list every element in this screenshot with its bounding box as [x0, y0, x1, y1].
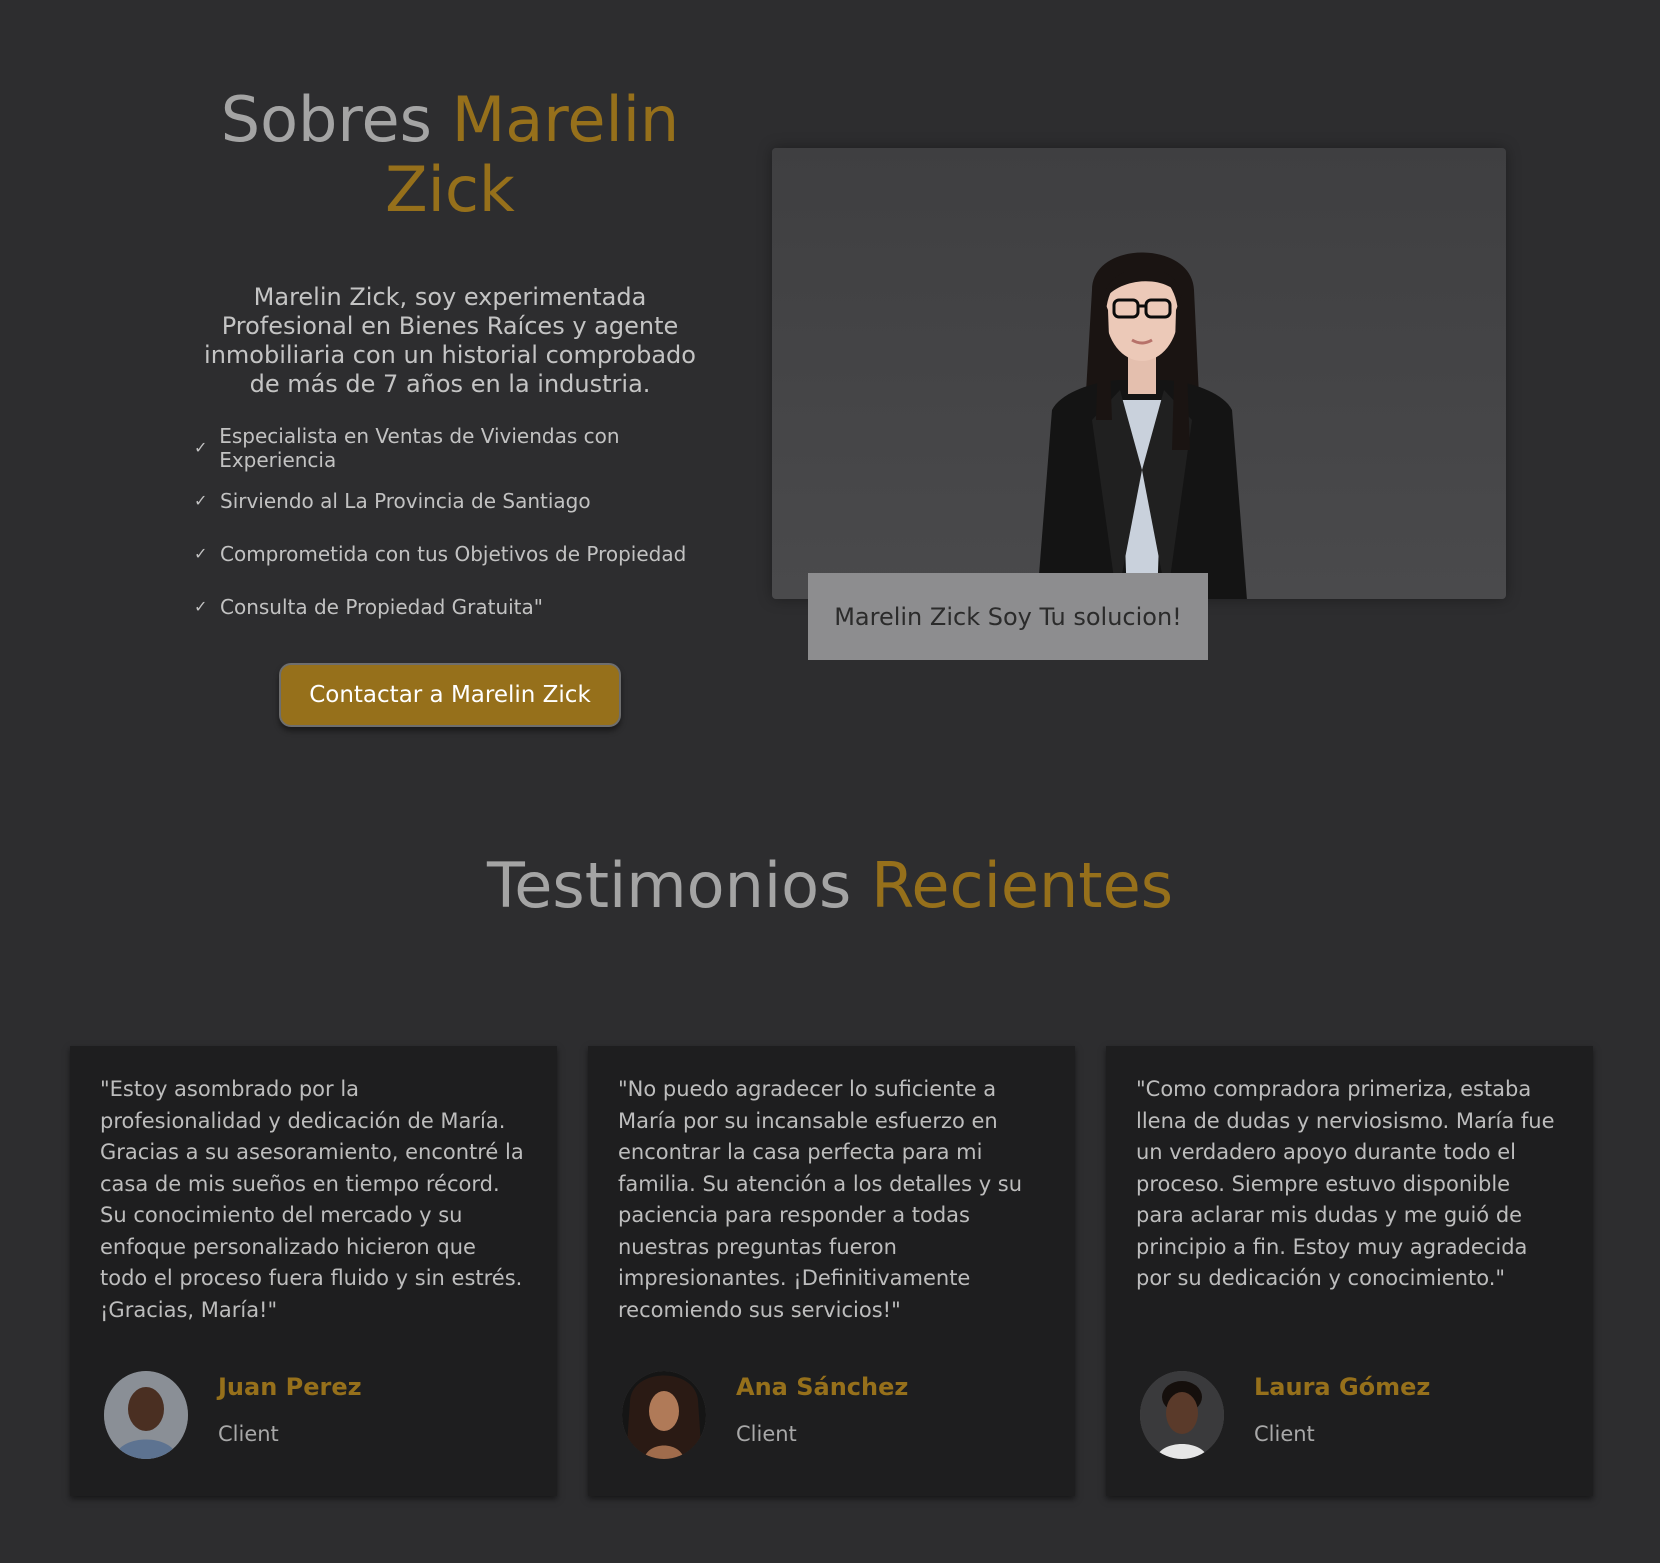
testimonial-author: Juan Perez Client — [104, 1371, 362, 1459]
author-info: Juan Perez Client — [218, 1373, 362, 1446]
testimonial-author: Ana Sánchez Client — [622, 1371, 908, 1459]
testimonial-card: "No puedo agradecer lo suficiente a Marí… — [588, 1046, 1075, 1496]
check-icon: ✓ — [194, 438, 208, 457]
author-name: Laura Gómez — [1254, 1373, 1431, 1401]
check-icon: ✓ — [194, 544, 208, 563]
checklist-item: ✓ Especialista en Ventas de Viviendas co… — [194, 421, 720, 474]
checklist-item: ✓ Comprometida con tus Objetivos de Prop… — [194, 527, 720, 580]
check-icon: ✓ — [194, 597, 208, 616]
checklist-item: ✓ Sirviendo al La Provincia de Santiago — [194, 474, 720, 527]
author-name: Juan Perez — [218, 1373, 362, 1401]
about-title: Sobres Marelin Zick — [180, 85, 720, 225]
avatar — [1140, 1371, 1224, 1459]
testimonial-cards: "Estoy asombrado por la profesionalidad … — [70, 1046, 1593, 1496]
page: Sobres Marelin Zick Marelin Zick, soy ex… — [0, 0, 1660, 1563]
author-role: Client — [218, 1422, 279, 1446]
photo-caption: Marelin Zick Soy Tu solucion! — [808, 573, 1208, 660]
testimonials-title-part2: Recientes — [871, 849, 1174, 922]
checklist-item-label: Especialista en Ventas de Viviendas con … — [219, 423, 620, 472]
feature-checklist: ✓ Especialista en Ventas de Viviendas co… — [180, 421, 720, 633]
contact-button[interactable]: Contactar a Marelin Zick — [279, 663, 621, 727]
testimonial-quote: "No puedo agradecer lo suficiente a Marí… — [618, 1077, 1023, 1322]
testimonial-card: "Como compradora primeriza, estaba llena… — [1106, 1046, 1593, 1496]
author-role: Client — [1254, 1422, 1315, 1446]
author-role: Client — [736, 1422, 797, 1446]
author-info: Laura Gómez Client — [1254, 1373, 1430, 1446]
checklist-item: ✓ Consulta de Propiedad Gratuita" — [194, 580, 720, 633]
testimonial-quote: "Como compradora primeriza, estaba llena… — [1136, 1077, 1555, 1290]
testimonials-title-part1: Testimonios — [486, 849, 852, 922]
author-name: Ana Sánchez — [736, 1373, 909, 1401]
avatar — [104, 1371, 188, 1459]
avatar — [622, 1371, 706, 1459]
testimonial-quote: "Estoy asombrado por la profesionalidad … — [100, 1077, 524, 1322]
about-intro: Marelin Zick, soy experimentada Profesio… — [204, 283, 696, 398]
about-title-part1: Sobres — [220, 83, 432, 156]
checklist-item-label: Consulta de Propiedad Gratuita" — [220, 594, 543, 619]
testimonial-card: "Estoy asombrado por la profesionalidad … — [70, 1046, 557, 1496]
checklist-item-label: Comprometida con tus Objetivos de Propie… — [220, 541, 687, 566]
author-info: Ana Sánchez Client — [736, 1373, 908, 1446]
testimonials-title: Testimonios Recientes — [0, 848, 1660, 924]
check-icon: ✓ — [194, 491, 208, 510]
agent-portrait — [1037, 252, 1247, 599]
checklist-item-label: Sirviendo al La Provincia de Santiago — [220, 488, 591, 513]
about-section: Sobres Marelin Zick Marelin Zick, soy ex… — [180, 85, 720, 727]
agent-photo-card — [772, 148, 1506, 599]
testimonial-author: Laura Gómez Client — [1140, 1371, 1430, 1459]
